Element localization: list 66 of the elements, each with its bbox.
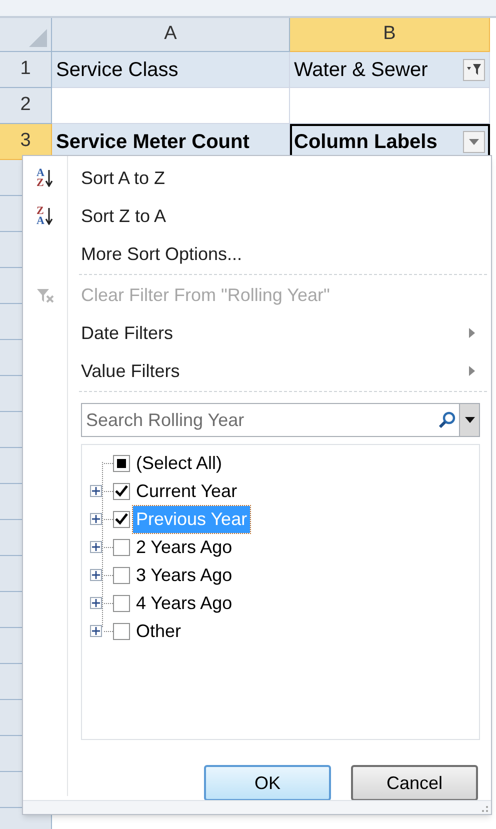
plus-icon (92, 627, 100, 635)
column-header[interactable]: A (52, 18, 290, 52)
search-icon (438, 411, 456, 429)
submenu-arrow-icon (469, 366, 475, 376)
filter-icon (466, 62, 482, 76)
expand-button[interactable] (90, 541, 102, 553)
menu-item[interactable]: Sort A to Z (81, 164, 166, 192)
cell-text: Service Meter Count (56, 130, 250, 154)
resize-grip-icon (481, 805, 489, 813)
list-item-label[interactable]: (Select All) (133, 450, 226, 476)
expand-button[interactable] (90, 625, 102, 637)
list-item-label[interactable]: 3 Years Ago (133, 562, 236, 588)
plus-icon (92, 571, 100, 579)
plus-icon (92, 487, 100, 495)
menu-item[interactable]: Sort Z to A (81, 202, 166, 230)
down-arrow-icon (45, 207, 54, 225)
sort-icon: Z A (36, 206, 54, 226)
list-item-label[interactable]: Current Year (133, 478, 240, 504)
search-field[interactable]: Search Rolling Year (82, 404, 438, 436)
down-arrow-icon (45, 169, 54, 187)
spreadsheet-cell[interactable]: Service Class (52, 52, 290, 88)
menu-item[interactable]: Value Filters (81, 358, 180, 384)
cell-text: Column Labels (294, 130, 438, 154)
checkbox[interactable] (113, 622, 130, 640)
cancel-button[interactable]: Cancel (351, 765, 478, 801)
row-header[interactable]: 1 (0, 52, 52, 88)
caret-icon (469, 138, 479, 144)
spreadsheet-cell[interactable] (52, 88, 290, 124)
cell-text: Service Class (56, 58, 178, 82)
caret-icon (464, 417, 474, 423)
clear-filter-icon (36, 287, 54, 303)
plus-icon (92, 515, 100, 523)
expand-button[interactable] (90, 569, 102, 581)
menu-item[interactable]: More Sort Options... (81, 240, 242, 268)
spreadsheet-cell[interactable] (290, 88, 490, 124)
dropdown-button[interactable] (463, 130, 485, 152)
expand-button[interactable] (90, 597, 102, 609)
cell-text: Water & Sewer (294, 58, 428, 82)
menu-item: Clear Filter From "Rolling Year" (81, 284, 330, 307)
row-header[interactable]: 3 (0, 124, 52, 160)
menu-item[interactable]: Date Filters (81, 320, 174, 346)
checkbox[interactable] (113, 594, 130, 612)
search-options-button[interactable] (459, 404, 479, 436)
list-item-label[interactable]: 2 Years Ago (133, 534, 236, 560)
row-header[interactable]: 2 (0, 88, 52, 124)
sort-icon: A Z (36, 168, 54, 188)
checkbox[interactable] (113, 510, 130, 528)
checkmark-icon (115, 485, 128, 497)
checkmark-icon (115, 513, 128, 525)
ok-button[interactable]: OK (204, 765, 331, 801)
checkbox[interactable] (113, 482, 130, 500)
checkbox[interactable] (113, 454, 130, 472)
checkbox[interactable] (113, 566, 130, 584)
filter-button[interactable] (463, 58, 485, 80)
column-header[interactable]: B (290, 18, 490, 52)
expand-button[interactable] (90, 513, 102, 525)
submenu-arrow-icon (469, 328, 475, 338)
checkbox[interactable] (113, 538, 130, 556)
expand-button[interactable] (90, 485, 102, 497)
triangle-icon (29, 29, 47, 47)
list-item-label[interactable]: 4 Years Ago (133, 590, 236, 616)
list-item-label[interactable]: Other (133, 618, 184, 644)
plus-icon (92, 543, 100, 551)
spreadsheet-cell[interactable]: Water & Sewer (290, 52, 490, 88)
search-box[interactable]: Search Rolling Year (81, 403, 480, 437)
plus-icon (92, 599, 100, 607)
